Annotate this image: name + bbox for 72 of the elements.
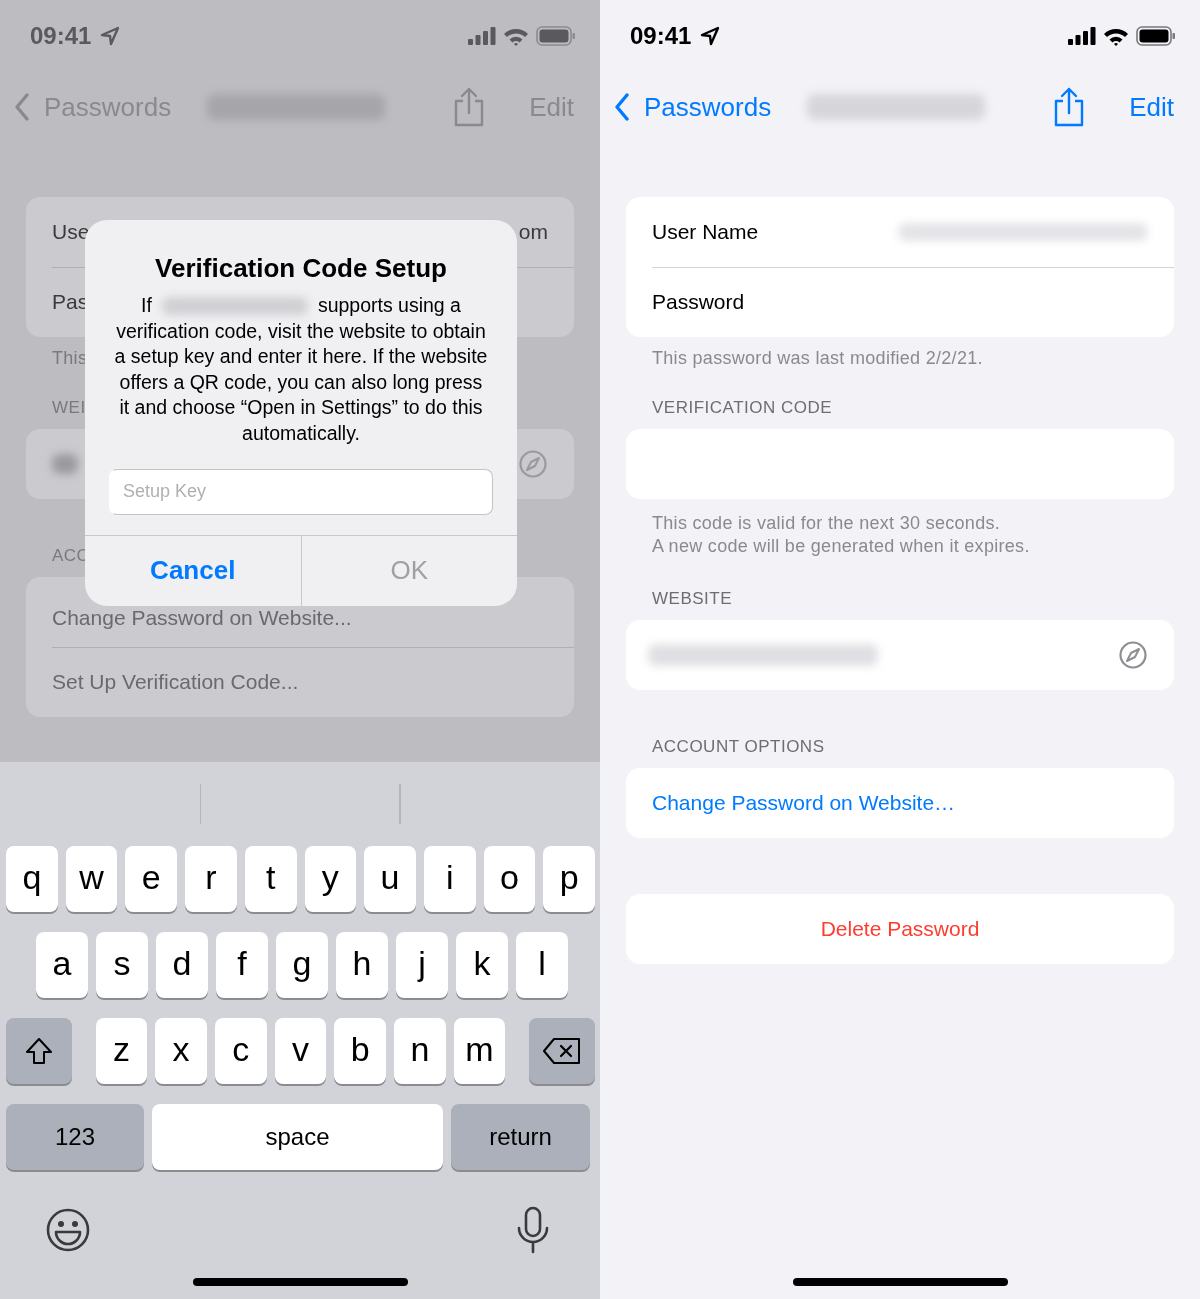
section-header: WEI bbox=[52, 397, 86, 419]
letter-key[interactable]: r bbox=[185, 846, 237, 912]
section-header: WEBSITE bbox=[652, 588, 733, 610]
status-time: 09:41 bbox=[30, 22, 92, 50]
delete-password-button[interactable]: Delete Password bbox=[820, 917, 980, 941]
field-label: Password bbox=[652, 290, 745, 314]
wifi-icon bbox=[503, 26, 529, 46]
letter-key[interactable]: u bbox=[364, 846, 416, 912]
back-chevron-icon[interactable] bbox=[14, 93, 30, 121]
letter-key[interactable]: b bbox=[334, 1018, 386, 1084]
letter-key[interactable]: i bbox=[423, 846, 476, 912]
letter-key[interactable]: h bbox=[336, 932, 388, 998]
footnote-text: This password was last modified 2/2/21. bbox=[652, 347, 984, 369]
footnote-text: A new code will be generated when it expires. bbox=[652, 535, 1031, 558]
letter-key[interactable]: k bbox=[456, 932, 508, 998]
field-label: Use bbox=[52, 220, 90, 244]
battery-icon bbox=[536, 26, 576, 46]
alert-title: Verification Code Setup bbox=[154, 253, 448, 284]
back-chevron-icon[interactable] bbox=[614, 93, 630, 121]
edit-button[interactable]: Edit bbox=[1129, 91, 1174, 123]
space-key[interactable]: space bbox=[152, 1104, 443, 1170]
share-icon[interactable] bbox=[453, 87, 486, 127]
location-arrow-icon bbox=[700, 26, 721, 46]
letter-key[interactable]: n bbox=[394, 1018, 446, 1084]
letter-key[interactable]: c bbox=[214, 1018, 267, 1084]
section-header: ACCOUNT OPTIONS bbox=[652, 736, 826, 758]
letter-key[interactable]: v bbox=[274, 1018, 327, 1084]
letter-key[interactable]: p bbox=[543, 846, 596, 912]
signal-icon bbox=[468, 27, 496, 45]
letter-key[interactable]: o bbox=[483, 846, 536, 912]
compass-icon[interactable] bbox=[1118, 640, 1148, 670]
alert-message: If bbox=[141, 293, 152, 318]
delete-icon bbox=[542, 1037, 583, 1065]
location-arrow-icon bbox=[100, 26, 121, 46]
battery-icon bbox=[1136, 26, 1176, 46]
delete-key[interactable] bbox=[529, 1018, 595, 1084]
return-key[interactable]: return bbox=[451, 1104, 590, 1170]
field-value: om bbox=[518, 220, 548, 244]
letter-key[interactable]: f bbox=[216, 932, 268, 998]
section-header: VERIFICATION CODE bbox=[652, 397, 834, 419]
shift-key[interactable] bbox=[6, 1018, 72, 1084]
letter-key[interactable]: g bbox=[276, 932, 328, 998]
letter-key[interactable]: m bbox=[453, 1018, 506, 1084]
microphone-icon[interactable] bbox=[516, 1206, 550, 1254]
setup-key-field[interactable]: Setup Key bbox=[109, 468, 493, 515]
letter-key[interactable]: j bbox=[396, 932, 448, 998]
letter-key[interactable]: x bbox=[155, 1018, 207, 1084]
numbers-key[interactable]: 123 bbox=[6, 1104, 144, 1170]
redacted-url bbox=[52, 454, 78, 474]
letter-key[interactable]: y bbox=[304, 846, 357, 912]
cancel-button[interactable]: Cancel bbox=[85, 535, 301, 606]
back-link[interactable]: Passwords bbox=[614, 91, 772, 123]
signal-icon bbox=[1068, 27, 1096, 45]
wifi-icon bbox=[1103, 26, 1129, 46]
letter-key[interactable]: d bbox=[156, 932, 208, 998]
letter-key[interactable]: e bbox=[125, 846, 178, 912]
letter-key[interactable]: a bbox=[36, 932, 88, 998]
option-link[interactable]: Change Password on Website… bbox=[652, 791, 956, 815]
letter-key[interactable]: l bbox=[516, 932, 568, 998]
letter-key[interactable]: q bbox=[6, 846, 58, 912]
letter-key[interactable]: z bbox=[95, 1018, 148, 1084]
alert-message: verification code, visit the website to obtain a setup key and enter it here. If the website offers a QR code, you can also long press it and choose “Open in Settings” to do this automatically. bbox=[113, 318, 489, 446]
status-time: 09:41 bbox=[630, 22, 692, 50]
letter-key[interactable]: s bbox=[96, 932, 148, 998]
letter-key[interactable]: t bbox=[244, 846, 297, 912]
footnote-text: This code is valid for the next 30 seconds. bbox=[652, 512, 1002, 535]
field-label: User Name bbox=[652, 220, 759, 244]
share-icon[interactable] bbox=[1053, 87, 1086, 127]
letter-key[interactable]: w bbox=[65, 846, 118, 912]
shift-arrow-icon bbox=[23, 1036, 54, 1066]
alert-message: supports using a bbox=[317, 293, 461, 318]
emoji-icon[interactable] bbox=[45, 1207, 91, 1253]
